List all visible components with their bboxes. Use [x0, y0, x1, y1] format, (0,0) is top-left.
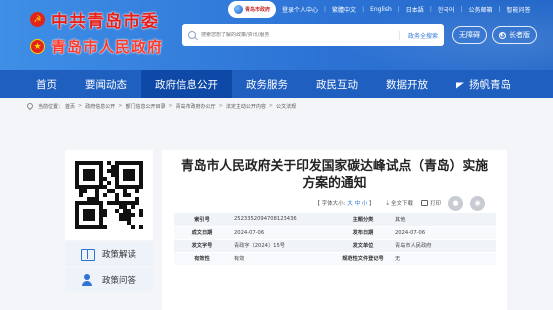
sidebar-item-policy-qa[interactable]: 政策问答: [65, 268, 153, 292]
download-icon: ⤓: [386, 199, 389, 206]
top-link-traditional[interactable]: 繁體中文: [332, 5, 356, 14]
sail-icon: [456, 79, 466, 89]
breadcrumb-label: 当前位置：: [38, 103, 64, 110]
font-size-small[interactable]: 小: [362, 201, 368, 207]
print-button[interactable]: 打印: [420, 199, 441, 207]
nav-news[interactable]: 要闻动态: [71, 70, 141, 98]
table-row: 发文字号 青政字〔2024〕15号 发文单位 青岛市人民政府: [174, 239, 496, 253]
brand-line-2: 青岛市人民政府: [51, 38, 164, 56]
article-toolbar: 【 字体大小: 大 中 小 】 ⤓ 全文下载 打印 ● ◉: [162, 192, 507, 211]
breadcrumb-dept-catalog[interactable]: 部门信息公开目录: [125, 103, 165, 110]
nav-yangfan[interactable]: 扬帆青岛: [442, 70, 525, 98]
top-link-korean[interactable]: 한국어: [438, 5, 455, 14]
elderly-icon: ◐: [499, 31, 506, 39]
top-link-qa[interactable]: 智能问答: [506, 5, 530, 14]
brand-government[interactable]: ★ 青岛市人民政府: [30, 36, 163, 57]
breadcrumb-info-disclosure[interactable]: 政府信息公开: [85, 103, 115, 110]
article-title: 青岛市人民政府关于印发国家碳达峰试点（青岛）实施方案的通知: [180, 159, 489, 191]
search-bar: 政务全搜索: [182, 24, 444, 46]
left-panel: 政策解读 政策问答: [65, 150, 153, 292]
main-content: 政策解读 政策问答 青岛市人民政府关于印发国家碳达峰试点（青岛）实施方案的通知 …: [0, 130, 553, 310]
site-logo-badge[interactable]: 青岛市政府: [228, 1, 276, 18]
sidebar-item-label: 政策问答: [102, 276, 137, 286]
nav-services[interactable]: 政务服务: [232, 70, 302, 98]
nav-info-disclosure[interactable]: 政府信息公开: [141, 70, 232, 98]
top-link-japanese[interactable]: 日本語: [406, 5, 424, 14]
top-link-login[interactable]: 登录个人中心: [282, 5, 318, 14]
location-pin-icon: [25, 101, 35, 111]
print-icon: [420, 200, 428, 206]
article-panel: 青岛市人民政府关于印发国家碳达峰试点（青岛）实施方案的通知 【 字体大小: 大 …: [162, 150, 507, 310]
top-link-english[interactable]: English: [370, 6, 392, 13]
download-button[interactable]: ⤓ 全文下载: [386, 199, 413, 208]
search-icon: [188, 31, 196, 39]
table-row: 索引号 2523352094708123436 主题分类 其他: [174, 213, 496, 227]
breadcrumb: 当前位置： 首页 > 政府信息公开 > 部门信息公开目录 > 青岛市政府办公厅 …: [0, 98, 553, 114]
sidebar-item-policy-interpretation[interactable]: 政策解读: [65, 242, 153, 266]
book-icon: [80, 247, 95, 261]
breadcrumb-office[interactable]: 青岛市政府办公厅: [176, 103, 216, 110]
document-meta-table: 索引号 2523352094708123436 主题分类 其他 成文日期 202…: [174, 213, 496, 266]
person-icon: [80, 273, 94, 287]
qr-code-box: [65, 150, 153, 240]
nav-open-data[interactable]: 数据开放: [372, 70, 442, 98]
site-header: ☭ 中共青岛市委 ★ 青岛市人民政府 青岛市政府 登录个人中心 | 繁體中文 |…: [0, 0, 553, 70]
font-size-large[interactable]: 大: [347, 201, 353, 207]
elderly-mode-button[interactable]: ◐ 长者版: [492, 26, 537, 44]
font-size-control: 【 字体大小: 大 中 小 】: [314, 201, 375, 207]
font-size-medium[interactable]: 中: [354, 201, 360, 207]
wechat-share-icon[interactable]: ●: [448, 195, 463, 211]
national-emblem-icon: ★: [30, 39, 45, 54]
accessibility-buttons: 无障碍 ◐ 长者版: [452, 26, 537, 44]
table-row: 有效性 有效 规范性文件登记号 无: [174, 252, 496, 266]
brand-party[interactable]: ☭ 中共青岛市委: [30, 7, 159, 32]
sidebar-item-label: 政策解读: [102, 250, 137, 260]
brand-line-1: 中共青岛市委: [51, 12, 159, 32]
breadcrumb-active-content[interactable]: 法定主动公开内容: [226, 103, 266, 110]
search-input[interactable]: [201, 32, 399, 38]
party-emblem-icon: ☭: [30, 12, 45, 27]
weibo-share-icon[interactable]: ◉: [470, 195, 485, 211]
main-nav: 首页 要闻动态 政府信息公开 政务服务 政民互动 数据开放 扬帆青岛: [0, 70, 553, 98]
table-row: 成文日期 2024-07-06 发布日期 2024-07-06: [174, 226, 496, 240]
globe-icon: [233, 5, 243, 14]
barrier-free-button[interactable]: 无障碍: [452, 26, 487, 44]
nav-home[interactable]: 首页: [22, 70, 71, 98]
nav-interaction[interactable]: 政民互动: [302, 70, 372, 98]
breadcrumb-home[interactable]: 首页: [65, 103, 75, 110]
search-button[interactable]: 政务全搜索: [398, 30, 438, 40]
top-link-mail[interactable]: 公务邮箱: [468, 5, 492, 14]
qr-code-icon: [75, 161, 143, 229]
breadcrumb-documents[interactable]: 公文法规: [276, 103, 296, 110]
top-links: 青岛市政府 登录个人中心 | 繁體中文 | English | 日本語 | 한국…: [228, 1, 531, 18]
